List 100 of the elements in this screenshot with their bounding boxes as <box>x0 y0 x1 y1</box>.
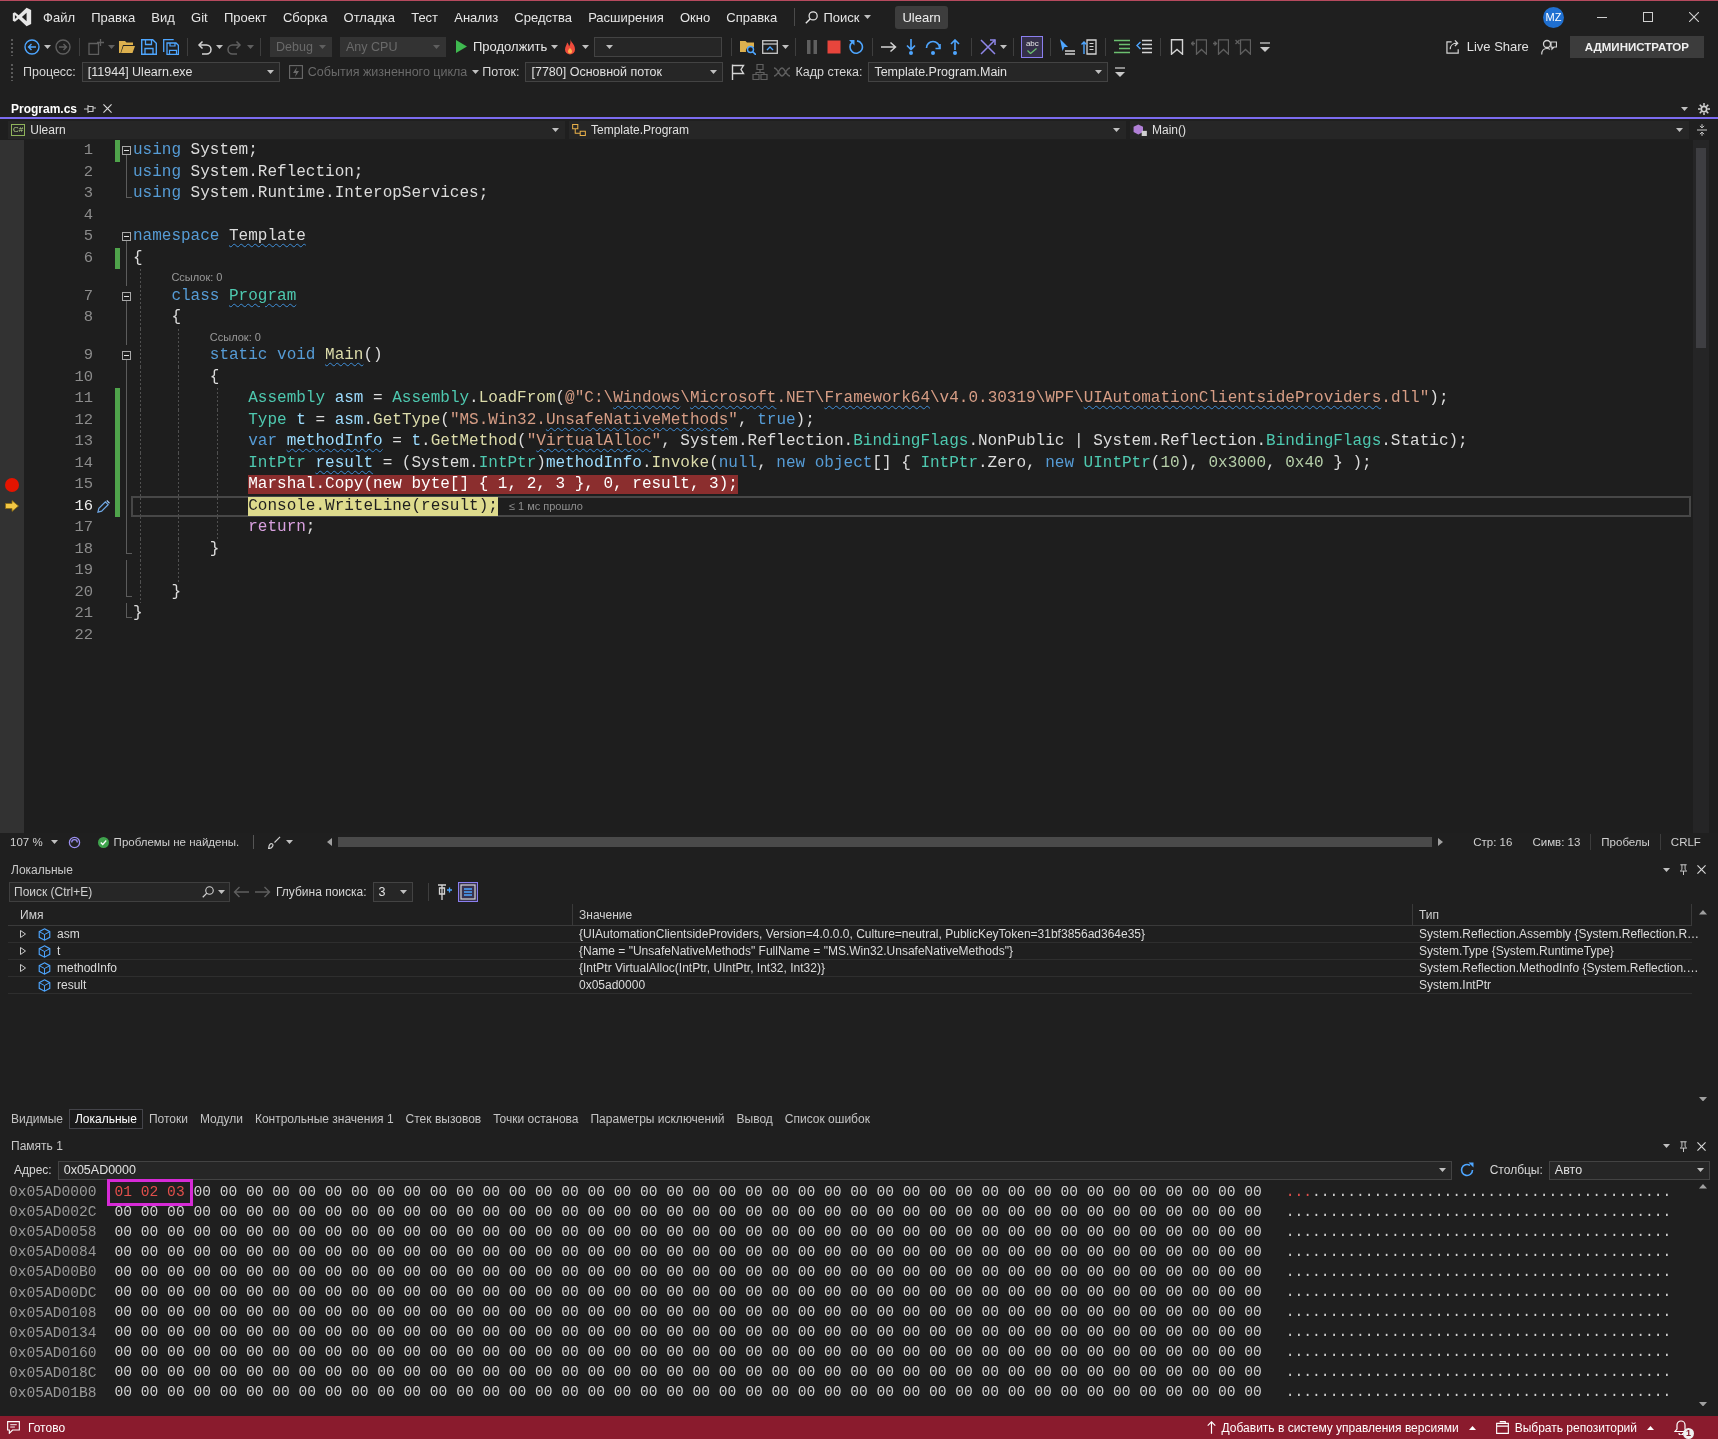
process-dropdown[interactable]: [11944] Ulearn.exe <box>81 62 280 82</box>
line-ending-indicator[interactable]: CRLF <box>1660 836 1711 848</box>
caret-icon[interactable] <box>582 44 590 49</box>
open-folder-icon[interactable] <box>119 38 135 55</box>
solution-name[interactable]: Ulearn <box>895 5 948 29</box>
expand-arrow-icon[interactable] <box>20 964 26 972</box>
ring-icon[interactable] <box>67 835 81 849</box>
account-avatar[interactable]: MZ <box>1543 6 1564 28</box>
stack-frame-dropdown[interactable]: Template.Program.Main <box>868 62 1109 82</box>
document-arrow-icon[interactable] <box>1081 38 1098 55</box>
pencil-icon[interactable] <box>97 499 110 513</box>
speech-bubble-icon[interactable] <box>7 1421 20 1434</box>
search-field[interactable]: Поиск (Ctrl+E) <box>9 881 230 902</box>
outdent-lines-icon[interactable] <box>1136 38 1153 55</box>
caret-icon[interactable] <box>782 44 790 49</box>
caret-icon[interactable] <box>1113 127 1120 132</box>
continue-button[interactable]: Продолжить <box>456 39 548 54</box>
menu-item[interactable]: Тест <box>403 9 447 25</box>
settings-icon[interactable] <box>1698 102 1710 115</box>
scroll-left-icon[interactable] <box>327 838 333 846</box>
panel-tab[interactable]: Список ошибок <box>778 1108 876 1129</box>
caret-icon[interactable] <box>44 44 51 49</box>
caret-icon[interactable] <box>216 44 223 49</box>
expand-arrow-icon[interactable] <box>20 947 26 955</box>
line-indicator[interactable]: Стр: 16 <box>1463 836 1523 848</box>
thread-dropdown[interactable]: [7780] Основной поток <box>525 62 724 82</box>
reference-count-link[interactable]: Ссылок: 0 <box>209 330 261 343</box>
save-all-icon[interactable] <box>163 38 179 55</box>
converging-arrows-icon[interactable] <box>1697 123 1707 136</box>
step-over-icon[interactable] <box>925 38 942 55</box>
horizontal-scrollbar[interactable] <box>338 837 1433 847</box>
spell-check-button[interactable]: abc <box>1021 35 1044 58</box>
caret-icon[interactable] <box>1696 1168 1704 1172</box>
panel-tab[interactable]: Видимые <box>5 1108 69 1129</box>
person-feedback-icon[interactable] <box>1540 38 1557 55</box>
bookmark-icon[interactable] <box>1169 38 1186 55</box>
window-icon[interactable] <box>762 38 779 55</box>
scrollbar-thumb[interactable] <box>1696 148 1706 348</box>
panel-tab[interactable]: Вывод <box>730 1108 779 1129</box>
caret-icon[interactable] <box>1681 106 1688 111</box>
refresh-icon[interactable] <box>1458 1162 1475 1178</box>
pin-plus-icon[interactable] <box>436 883 453 900</box>
menu-item[interactable]: Расширения <box>580 9 672 25</box>
menu-item[interactable]: Вид <box>143 9 183 25</box>
panel-tab[interactable]: Точки останова <box>487 1108 585 1129</box>
columns-dropdown[interactable]: Авто <box>1548 1160 1710 1180</box>
close-icon[interactable] <box>1697 864 1706 875</box>
caret-icon[interactable] <box>286 840 294 844</box>
search-icon[interactable] <box>202 885 214 898</box>
indent-lines-icon[interactable] <box>1114 38 1131 55</box>
pin-icon[interactable] <box>1679 1140 1688 1152</box>
caret-icon[interactable] <box>1676 127 1683 132</box>
menu-item[interactable]: Анализ <box>446 9 507 25</box>
scroll-up-icon[interactable] <box>1698 910 1707 915</box>
menu-item[interactable]: Файл <box>35 9 84 25</box>
stop-icon[interactable] <box>826 38 843 55</box>
source-control-button[interactable]: Добавить в систему управления версиями <box>1206 1420 1476 1435</box>
collapse-icon[interactable] <box>122 146 131 156</box>
account-button[interactable]: АДМИНИСТРАТОР <box>1569 35 1704 58</box>
list-box-icon[interactable] <box>457 881 478 902</box>
menu-item[interactable]: Средства <box>506 9 581 25</box>
menu-item[interactable]: Правка <box>83 9 144 25</box>
member-dropdown[interactable]: Main() <box>1130 120 1689 139</box>
project-dropdown[interactable]: C# Ulearn <box>8 120 565 139</box>
caret-icon[interactable] <box>1663 867 1670 872</box>
caret-icon[interactable] <box>1438 1168 1446 1172</box>
vertical-scrollbar[interactable] <box>1693 140 1709 833</box>
menu-item[interactable]: Проект <box>215 9 275 25</box>
scroll-right-icon[interactable] <box>1438 838 1444 846</box>
startup-dropdown[interactable] <box>594 36 723 57</box>
caret-icon[interactable] <box>552 127 559 132</box>
column-indicator[interactable]: Симв: 13 <box>1522 836 1591 848</box>
collapse-icon[interactable] <box>122 291 131 301</box>
caret-icon[interactable] <box>266 70 274 74</box>
issues-button[interactable]: Проблемы не найдены. <box>97 836 240 848</box>
breakpoint-icon[interactable] <box>5 477 19 492</box>
scroll-up-icon[interactable] <box>1698 1184 1707 1189</box>
folder-search-icon[interactable] <box>740 38 757 55</box>
panel-tab[interactable]: Модули <box>193 1108 249 1129</box>
search-depth-dropdown[interactable]: 3 <box>372 881 413 902</box>
close-icon[interactable] <box>103 104 113 113</box>
caret-icon[interactable] <box>218 889 225 894</box>
menu-item[interactable]: Git <box>183 9 216 25</box>
close-icon[interactable] <box>1697 1140 1706 1152</box>
undo-icon[interactable] <box>196 38 212 55</box>
type-dropdown[interactable]: Template.Program <box>569 120 1126 139</box>
caret-icon[interactable] <box>710 70 718 74</box>
pin-icon[interactable] <box>84 103 97 114</box>
caret-icon[interactable] <box>1000 44 1008 49</box>
menu-item[interactable]: Отладка <box>335 9 404 25</box>
panel-tab[interactable]: Потоки <box>142 1108 194 1129</box>
pin-icon[interactable] <box>1679 864 1688 875</box>
save-icon[interactable] <box>141 38 157 55</box>
restart-icon[interactable] <box>848 38 865 55</box>
scroll-down-icon[interactable] <box>1698 1401 1707 1406</box>
close-icon[interactable] <box>1689 12 1699 22</box>
collapse-icon[interactable] <box>122 232 131 242</box>
indentation-indicator[interactable]: Пробелы <box>1591 836 1660 848</box>
file-tab[interactable]: Program.cs <box>8 100 119 117</box>
caret-icon[interactable] <box>1663 1144 1670 1148</box>
